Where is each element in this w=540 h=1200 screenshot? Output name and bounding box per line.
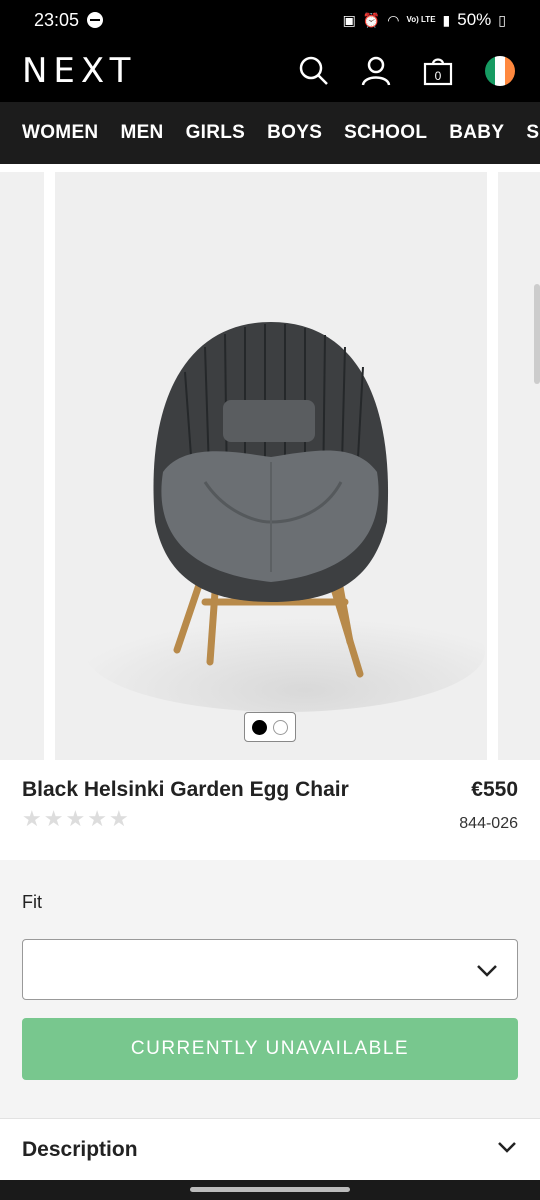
chevron-down-icon	[496, 1136, 518, 1163]
status-time: 23:05	[34, 9, 80, 30]
nav-item-school[interactable]: SCHOOL	[344, 122, 427, 144]
product-code: 844-026	[459, 815, 518, 832]
sim-icon: ▣	[342, 11, 356, 28]
nav-item-baby[interactable]: BABY	[449, 122, 504, 144]
battery-percent: 50%	[457, 10, 492, 29]
product-title: Black Helsinki Garden Egg Chair	[22, 778, 349, 801]
fit-dropdown[interactable]	[22, 939, 518, 1000]
status-right: ▣ ⏰ ◠ Vo) LTE ▮ 50% ▯	[343, 10, 506, 30]
star-icon: ★	[65, 806, 86, 831]
carousel-pagination	[244, 712, 296, 742]
product-info: Black Helsinki Garden Egg Chair €550 ★ ★…	[0, 760, 540, 860]
page-scrollbar[interactable]	[534, 284, 540, 384]
currently-unavailable-button[interactable]: CURRENTLY UNAVAILABLE	[22, 1018, 518, 1080]
status-left: 23:05	[34, 9, 104, 31]
ireland-flag-icon[interactable]	[482, 53, 518, 89]
nav-item-more[interactable]: SH	[526, 122, 540, 144]
nav-item-women[interactable]: WOMEN	[22, 122, 98, 144]
wifi-icon: ◠	[387, 11, 400, 28]
network-type-label: Vo) LTE	[406, 15, 436, 24]
star-icon: ★	[108, 806, 129, 831]
bag-count: 0	[435, 69, 442, 83]
header-icons: 0	[296, 53, 518, 89]
signal-icon: ▮	[442, 11, 451, 28]
rating-stars[interactable]: ★ ★ ★ ★ ★	[22, 808, 518, 830]
star-icon: ★	[43, 806, 64, 831]
search-icon[interactable]	[296, 53, 332, 89]
nav-item-boys[interactable]: BOYS	[267, 122, 322, 144]
do-not-disturb-icon	[87, 12, 104, 28]
next-logo[interactable]: NEXT	[22, 51, 136, 91]
fit-section: Fit CURRENTLY UNAVAILABLE	[0, 860, 540, 1118]
egg-chair-illustration	[85, 322, 485, 712]
next-slide-peek[interactable]	[498, 172, 540, 760]
bag-icon[interactable]: 0	[420, 53, 456, 89]
account-icon[interactable]	[358, 53, 394, 89]
product-image-carousel[interactable]	[0, 164, 540, 760]
description-label: Description	[22, 1137, 138, 1161]
site-header: NEXT 0	[0, 40, 540, 102]
nav-item-girls[interactable]: GIRLS	[186, 122, 246, 144]
carousel-dot-2[interactable]	[273, 719, 288, 735]
alarm-icon: ⏰	[362, 11, 381, 28]
home-gesture-handle[interactable]	[190, 1187, 350, 1192]
description-accordion[interactable]: Description	[0, 1118, 540, 1180]
star-icon: ★	[87, 806, 107, 831]
status-bar: 23:05 ▣ ⏰ ◠ Vo) LTE ▮ 50% ▯	[0, 0, 540, 40]
carousel-dot-1[interactable]	[252, 719, 267, 735]
product-price: €550	[471, 778, 518, 801]
star-icon: ★	[22, 806, 42, 831]
chevron-down-icon	[475, 958, 499, 987]
fit-label: Fit	[22, 892, 42, 912]
category-nav: WOMEN MEN GIRLS BOYS SCHOOL BABY SH	[0, 102, 540, 164]
battery-icon: ▯	[498, 11, 506, 28]
gesture-bar	[0, 1180, 540, 1200]
previous-slide-peek[interactable]	[0, 172, 44, 760]
product-image[interactable]	[55, 172, 487, 760]
nav-item-men[interactable]: MEN	[120, 122, 163, 144]
